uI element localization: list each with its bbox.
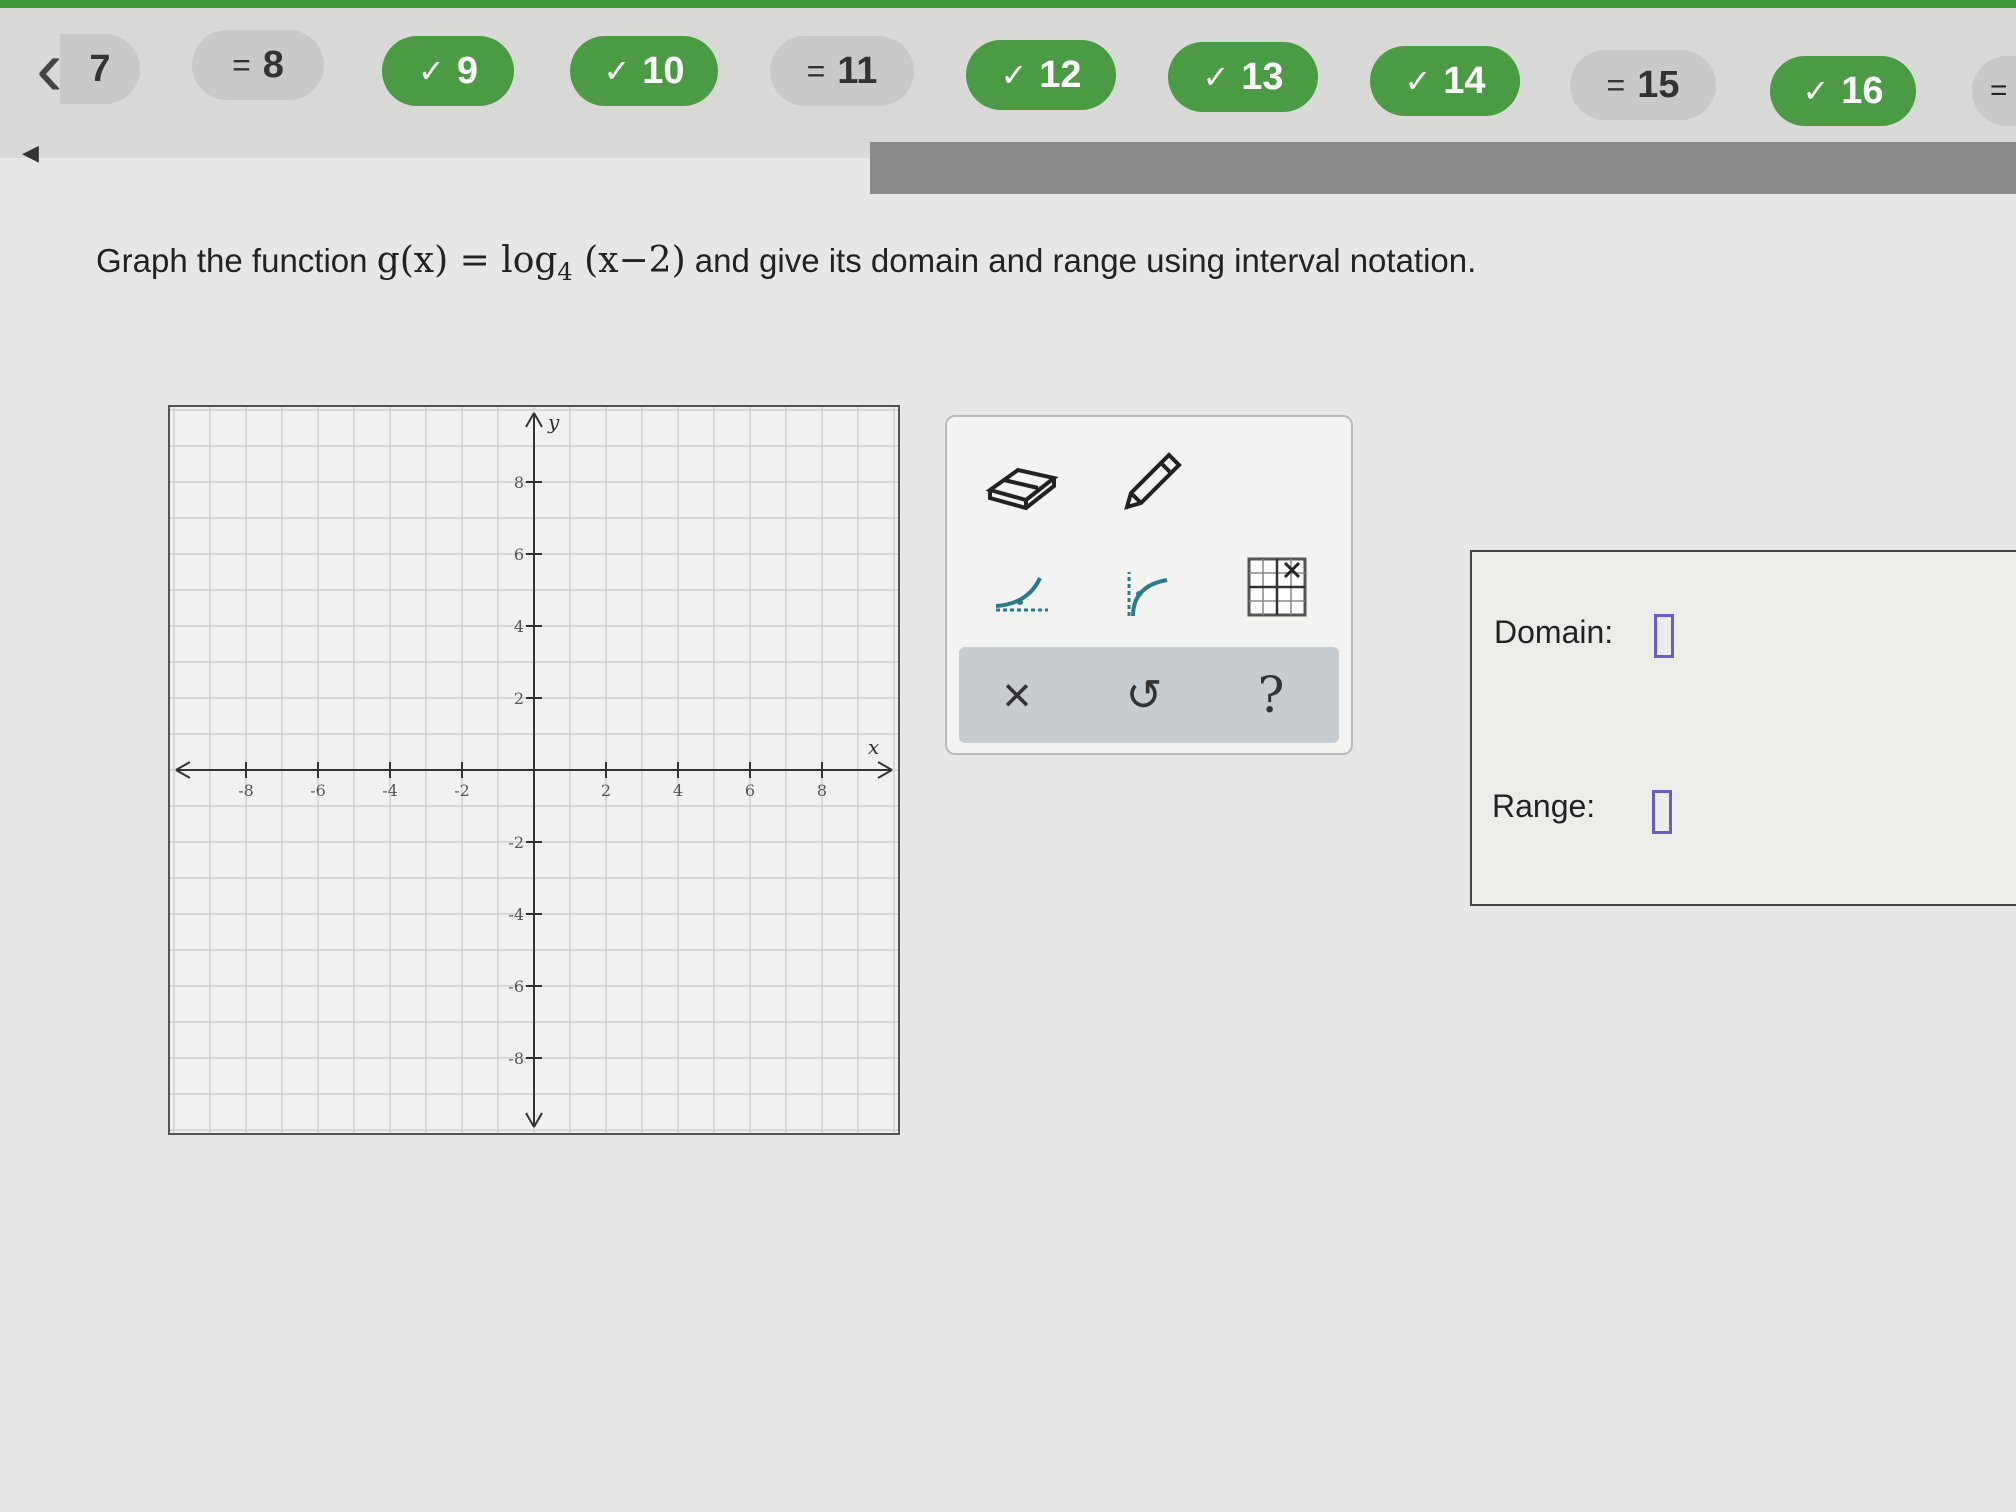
check-icon: ✓ <box>1202 59 1230 95</box>
left-arrow-icon[interactable]: ◀ <box>22 140 39 166</box>
domain-input[interactable] <box>1654 614 1674 658</box>
progress-track <box>870 142 2016 194</box>
help-button[interactable]: ? <box>1231 657 1311 733</box>
question-text: Graph the function g(x) = log4 (x−2) and… <box>96 240 1476 286</box>
coordinate-grid[interactable]: x y -8 -6 -4 -2 2 4 6 8 8 6 4 2 -2 -4 -6 -8 <box>170 407 898 1133</box>
domain-label: Domain: <box>1494 614 1614 650</box>
nav-item-11[interactable]: = 11 <box>770 36 914 106</box>
check-icon: ✓ <box>603 53 631 89</box>
x-tick-label: 4 <box>673 781 683 800</box>
y-tick-label: -6 <box>508 977 524 996</box>
y-tick-label: 2 <box>514 689 524 708</box>
y-tick-label: -8 <box>508 1049 524 1068</box>
function-expression: g(x) = log4 (x−2) <box>376 240 686 287</box>
x-tick-label: -6 <box>310 781 326 800</box>
nav-item-label: 14 <box>1443 59 1486 102</box>
nav-item-7[interactable]: 7 <box>60 34 140 104</box>
graph-canvas[interactable]: x y -8 -6 -4 -2 2 4 6 8 8 6 4 2 -2 -4 -6 -8 <box>168 405 900 1135</box>
eraser-icon[interactable] <box>982 447 1062 527</box>
x-tick-label: -4 <box>382 781 398 800</box>
x-tick-label: 8 <box>817 781 827 800</box>
question-suffix: and give its domain and range using inte… <box>694 242 1477 279</box>
tool-action-bar: × ↺ ? <box>959 647 1339 743</box>
review-icon: = <box>232 46 251 83</box>
x-tick-label: 2 <box>601 781 611 800</box>
range-label: Range: <box>1492 788 1596 824</box>
review-icon: = <box>1606 66 1626 103</box>
back-chevron-icon[interactable]: ‹ <box>36 28 63 108</box>
undo-button[interactable]: ↺ <box>1104 657 1184 733</box>
top-accent-line <box>0 0 2016 8</box>
nav-item-15[interactable]: = 15 <box>1570 50 1716 120</box>
check-icon: ✓ <box>418 53 445 89</box>
y-tick-label: 8 <box>514 473 524 492</box>
logarithmic-curve-icon[interactable] <box>1107 552 1187 632</box>
exponential-curve-icon[interactable] <box>982 552 1062 632</box>
nav-item-10[interactable]: ✓ 10 <box>570 36 718 106</box>
question-prefix: Graph the function <box>96 242 368 279</box>
review-icon: = <box>806 52 826 89</box>
no-solution-grid-icon[interactable] <box>1237 547 1317 627</box>
check-icon: ✓ <box>1802 73 1830 109</box>
nav-item-8[interactable]: = 8 <box>192 30 324 100</box>
x-tick-label: 6 <box>745 781 755 800</box>
nav-item-label: 11 <box>837 49 878 92</box>
check-icon: ✓ <box>1404 63 1432 99</box>
x-tick-label: -2 <box>454 781 470 800</box>
clear-button[interactable]: × <box>977 657 1057 733</box>
nav-item-label: 15 <box>1637 63 1680 106</box>
nav-item-14[interactable]: ✓ 14 <box>1370 46 1520 116</box>
graphing-tools-panel: × ↺ ? <box>945 415 1353 755</box>
nav-item-label: 12 <box>1039 53 1082 96</box>
nav-item-9[interactable]: ✓ 9 <box>382 36 514 106</box>
nav-item-13[interactable]: ✓ 13 <box>1168 42 1318 112</box>
y-tick-label: -4 <box>508 905 524 924</box>
nav-item-label: 10 <box>642 49 685 92</box>
pencil-icon[interactable] <box>1112 442 1192 522</box>
nav-item-label: 8 <box>262 43 284 86</box>
x-tick-label: -8 <box>238 781 254 800</box>
answer-panel: Domain: Range: <box>1470 550 2016 906</box>
nav-item-label: 13 <box>1241 55 1284 98</box>
y-tick-label: 4 <box>514 617 524 636</box>
y-tick-label: 6 <box>514 545 524 564</box>
nav-item-label: 16 <box>1841 69 1884 112</box>
x-axis-label: x <box>868 735 879 759</box>
nav-item-12[interactable]: ✓ 12 <box>966 40 1116 110</box>
range-input[interactable] <box>1652 790 1672 834</box>
nav-item-16[interactable]: ✓ 16 <box>1770 56 1916 126</box>
nav-item-label: 7 <box>89 47 111 90</box>
check-icon: ✓ <box>1000 57 1028 93</box>
y-tick-label: -2 <box>508 833 524 852</box>
y-axis-label: y <box>547 410 560 434</box>
nav-item-label: 9 <box>456 49 478 92</box>
